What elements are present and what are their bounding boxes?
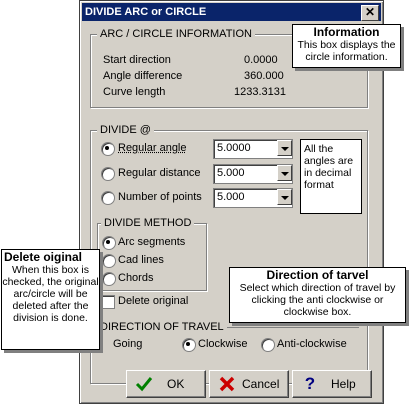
regular-angle-value: 5.0000 <box>217 142 251 154</box>
start-direction-label: Start direction <box>103 54 171 66</box>
arc-segments-label[interactable]: Arc segments <box>118 235 185 249</box>
angle-difference-value: 360.000 <box>244 70 284 82</box>
delete-original-label[interactable]: Delete original <box>118 294 188 308</box>
direction-group: DIRECTION OF TRAVEL Going Clockwise Anti… <box>97 320 359 354</box>
direction-callout-body: Select which direction of travel by clic… <box>239 282 396 318</box>
direction-callout: Direction of tarvel Select which directi… <box>229 267 406 323</box>
regular-angle-combo[interactable]: 5.0000 <box>213 139 293 159</box>
curve-length-label: Curve length <box>103 86 166 98</box>
direction-legend: DIRECTION OF TRAVEL <box>97 320 227 334</box>
ok-button[interactable]: OK <box>126 370 206 398</box>
anti-clockwise-label[interactable]: Anti-clockwise <box>277 337 347 351</box>
arc-info-legend: ARC / CIRCLE INFORMATION <box>97 27 255 41</box>
information-callout-title: Information <box>313 25 380 39</box>
cancel-label: Cancel <box>242 377 280 391</box>
anti-clockwise-radio[interactable] <box>261 338 275 352</box>
delete-original-checkbox[interactable] <box>101 295 115 309</box>
chords-label[interactable]: Chords <box>118 271 153 285</box>
checkmark-icon <box>135 377 153 392</box>
delete-original-callout: Delete oiginal When this box is checked,… <box>1 249 100 350</box>
close-button[interactable]: ✕ <box>361 5 379 21</box>
angle-difference-label: Angle difference <box>103 70 183 82</box>
help-label: Help <box>331 377 356 391</box>
regular-distance-value: 5.000 <box>217 167 245 179</box>
start-direction-value: 0.0000 <box>244 54 278 66</box>
divide-method-legend: DIVIDE METHOD <box>101 216 195 230</box>
ok-label: OK <box>167 377 185 391</box>
decimal-format-note: All the angles are in decimal format <box>300 139 362 214</box>
window-title: DIVIDE ARC or CIRCLE <box>85 6 207 18</box>
divide-method-group: DIVIDE METHOD Arc segments Cad lines Cho… <box>97 216 207 291</box>
number-of-points-value: 5.000 <box>217 191 245 203</box>
clockwise-radio[interactable] <box>182 338 196 352</box>
direction-callout-title: Direction of tarvel <box>266 268 369 282</box>
information-callout-body: This box displays the circle information… <box>297 39 396 63</box>
chevron-down-icon[interactable] <box>277 189 292 205</box>
regular-distance-label[interactable]: Regular distance <box>118 166 201 180</box>
cad-lines-radio[interactable] <box>102 254 116 268</box>
red-x-icon <box>219 376 235 392</box>
clockwise-label[interactable]: Clockwise <box>198 337 248 351</box>
curve-length-value: 1233.3131 <box>234 86 286 98</box>
regular-angle-radio[interactable] <box>101 142 115 156</box>
delete-callout-title: Delete oiginal <box>4 250 83 264</box>
cancel-button[interactable]: Cancel <box>209 370 289 398</box>
chords-radio[interactable] <box>102 272 116 286</box>
divide-legend: DIVIDE @ <box>97 123 154 137</box>
number-of-points-combo[interactable]: 5.000 <box>213 188 293 208</box>
regular-angle-label[interactable]: Regular angle <box>118 141 187 155</box>
number-of-points-radio[interactable] <box>101 191 115 205</box>
cad-lines-label[interactable]: Cad lines <box>118 253 164 267</box>
divide-group: DIVIDE @ Regular angle 5.0000 Regular di… <box>90 123 368 384</box>
information-callout: Information This box displays the circle… <box>292 24 401 68</box>
number-of-points-label[interactable]: Number of points <box>118 190 202 204</box>
going-label: Going <box>113 338 143 350</box>
delete-callout-body: When this box is checked, the original a… <box>2 264 99 324</box>
help-button[interactable]: ? Help <box>292 370 372 398</box>
arc-segments-radio[interactable] <box>102 236 116 250</box>
regular-distance-radio[interactable] <box>101 167 115 181</box>
title-bar: DIVIDE ARC or CIRCLE ✕ <box>82 3 381 21</box>
question-mark-icon: ? <box>304 374 316 393</box>
regular-distance-combo[interactable]: 5.000 <box>213 164 293 184</box>
chevron-down-icon[interactable] <box>277 140 292 156</box>
chevron-down-icon[interactable] <box>277 165 292 181</box>
